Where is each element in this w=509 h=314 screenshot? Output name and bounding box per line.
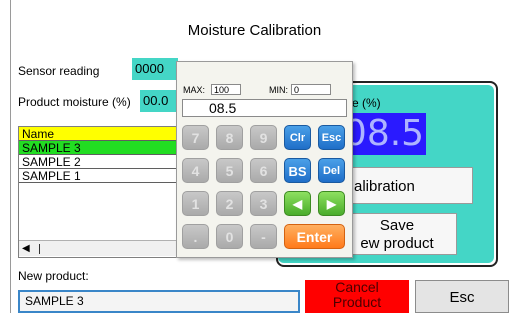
page-title: Moisture Calibration — [187, 22, 322, 39]
key-1[interactable]: 1 — [182, 191, 209, 216]
save-button-line2: ew product — [360, 235, 434, 252]
cancel-button-line2: Product — [332, 294, 382, 310]
product-moisture-label: Product moisture (%) — [18, 95, 131, 109]
product-list[interactable]: Name SAMPLE 3 SAMPLE 2 SAMPLE 1 — [18, 126, 178, 258]
key-dot[interactable]: . — [182, 224, 209, 249]
esc-button[interactable]: Esc — [415, 280, 509, 313]
keypad-min-label: MIN: — [269, 85, 288, 95]
list-item[interactable]: SAMPLE 1 — [19, 169, 177, 183]
keypad-display[interactable]: 08.5 — [182, 99, 347, 117]
cancel-product-button[interactable]: Cancel Product — [305, 280, 409, 313]
key-5[interactable]: 5 — [216, 158, 243, 183]
key-7[interactable]: 7 — [182, 125, 209, 150]
save-new-product-button[interactable]: Save ew product — [337, 213, 457, 255]
list-horizontal-scrollbar[interactable]: ◀ — [19, 240, 177, 256]
save-button-line1: Save — [379, 217, 415, 234]
arrow-left-icon[interactable]: ◀ — [284, 191, 311, 216]
product-moisture-value: 00.0 — [140, 90, 178, 112]
keypad-min-field[interactable]: 0 — [291, 84, 331, 95]
sensor-reading-label: Sensor reading — [18, 64, 100, 78]
list-item[interactable]: SAMPLE 3 — [19, 141, 177, 155]
sensor-reading-value: 0000 — [132, 58, 178, 80]
key-6[interactable]: 6 — [250, 158, 277, 183]
calibration-value: 08.5 — [342, 113, 426, 155]
cancel-button-line1: Cancel — [335, 279, 379, 295]
key-9[interactable]: 9 — [250, 125, 277, 150]
new-product-input[interactable]: SAMPLE 3 — [18, 290, 300, 313]
scroll-left-icon[interactable]: ◀ — [22, 243, 30, 254]
calibration-button[interactable]: alibration — [337, 167, 473, 204]
list-header: Name — [19, 127, 177, 141]
key-0[interactable]: 0 — [216, 224, 243, 249]
key-4[interactable]: 4 — [182, 158, 209, 183]
key-2[interactable]: 2 — [216, 191, 243, 216]
key-delete[interactable]: Del — [318, 158, 345, 183]
key-8[interactable]: 8 — [216, 125, 243, 150]
key-clear[interactable]: Clr — [284, 125, 311, 150]
keypad-max-label: MAX: — [183, 85, 206, 95]
key-backspace[interactable]: BS — [284, 158, 311, 183]
key-minus[interactable]: - — [250, 224, 277, 249]
new-product-label: New product: — [18, 269, 89, 283]
key-esc[interactable]: Esc — [318, 125, 345, 150]
scroll-thumb[interactable] — [39, 244, 40, 254]
arrow-right-icon[interactable]: ▶ — [318, 191, 345, 216]
list-item[interactable]: SAMPLE 2 — [19, 155, 177, 169]
numeric-keypad: MAX: 100 MIN: 0 08.5 7 8 9 Clr Esc 4 5 6… — [176, 61, 353, 258]
key-enter[interactable]: Enter — [284, 224, 345, 249]
calibration-value-label: e (%) — [352, 96, 381, 110]
keypad-max-field[interactable]: 100 — [211, 84, 241, 95]
key-3[interactable]: 3 — [250, 191, 277, 216]
